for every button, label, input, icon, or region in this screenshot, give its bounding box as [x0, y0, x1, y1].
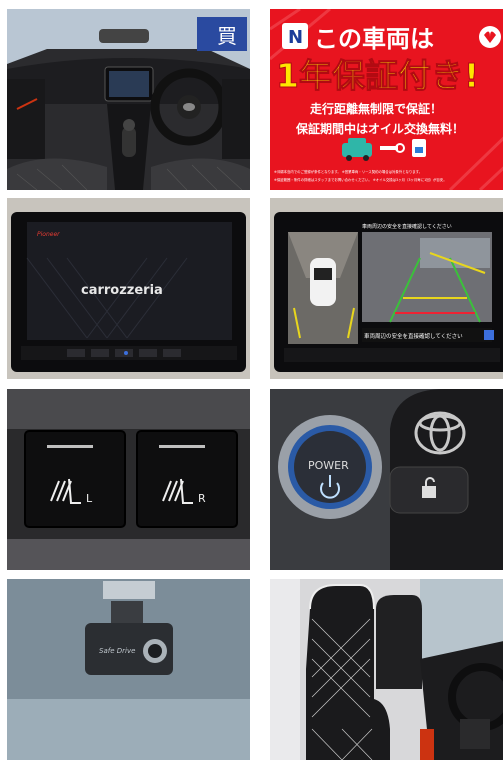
svg-text:買: 買	[217, 24, 237, 48]
left-indicator	[47, 445, 93, 448]
photo-camera-view: 車両周辺の安全を直接確認してください 車両周辺の安全を直接確認してください	[270, 198, 503, 379]
headline-line1: この車両は	[314, 25, 434, 53]
oil-can-icon	[412, 139, 426, 157]
photo-dashcam: Safe Drive	[7, 579, 250, 760]
logo-icon: N	[288, 27, 303, 48]
headline-line2: 1年保証付き!	[276, 56, 479, 95]
seats-illustration	[270, 579, 503, 760]
power-label: POWER	[308, 459, 349, 472]
dashcam-label: Safe Drive	[99, 647, 135, 655]
warranty-banner: N この車両は 1年保証付き! 走行距離無制限で保証！ 保証期間中はオイル交換無…	[270, 9, 503, 190]
photo-seat-heater-switches: L R	[7, 389, 250, 570]
fine-print-2: ※保証範囲・条件の詳細はスタッフまでお問い合わせください。 ※オイル交換は3ヶ月…	[274, 177, 447, 182]
dashcam-illustration: Safe Drive	[7, 579, 250, 760]
camera-lens-icon	[148, 644, 162, 658]
fine-print-1: ※沖縄本島内でのご登録が条件となります。 ※営業車両・リース契約の場合は対象外と…	[274, 169, 422, 174]
right-label: R	[198, 492, 206, 505]
left-label: L	[86, 492, 93, 505]
warning-top: 車両周辺の安全を直接確認してください	[362, 223, 452, 230]
car-top-icon	[310, 258, 336, 306]
seat-heater-illustration: L R	[7, 389, 250, 570]
photo-dashboard: 買	[7, 9, 250, 190]
warning-bottom: 車両周辺の安全を直接確認してください	[364, 332, 463, 340]
sub-line2: 保証期間中はオイル交換無料！	[295, 121, 464, 136]
camera-view-illustration: 車両周辺の安全を直接確認してください 車両周辺の安全を直接確認してください	[270, 198, 503, 379]
photo-warranty-banner: N この車両は 1年保証付き! 走行距離無制限で保証！ 保証期間中はオイル交換無…	[270, 9, 503, 190]
photo-power-button-key: POWER	[270, 389, 503, 570]
power-key-illustration: POWER	[270, 389, 503, 570]
navigation-screen-illustration: Pioneer carrozzeria	[7, 198, 250, 379]
right-indicator	[159, 445, 205, 448]
photo-seats	[270, 579, 503, 760]
carrozzeria-logo: carrozzeria	[81, 283, 163, 298]
dashboard-illustration: 買	[7, 9, 250, 190]
photo-navigation-screen: Pioneer carrozzeria	[7, 198, 250, 379]
pioneer-logo: Pioneer	[37, 231, 60, 238]
sub-line1: 走行距離無制限で保証！	[310, 101, 442, 116]
